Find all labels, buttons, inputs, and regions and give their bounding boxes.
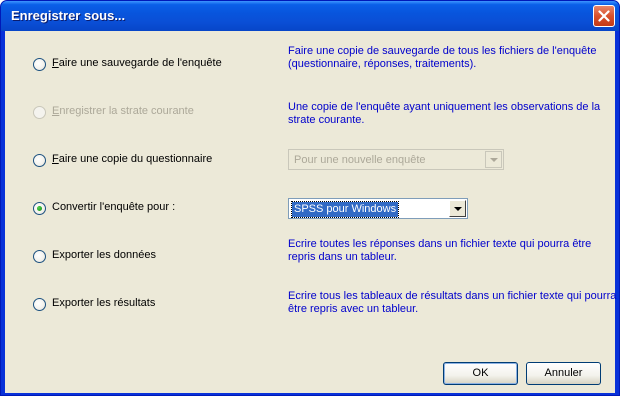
label-text: Exporter les données xyxy=(52,249,156,261)
chevron-down-icon xyxy=(490,158,498,162)
save-current-stratum-description: Une copie de l'enquête ayant uniquement … xyxy=(288,101,601,126)
radio-copy-questionnaire[interactable] xyxy=(33,154,46,167)
dialog-body: Faire une sauvegarde de l'enquête Faire … xyxy=(5,31,617,393)
radio-save-current-stratum-label[interactable]: Enregistrer la strate courante xyxy=(52,105,194,117)
label-text: Convertir l'enquête pour : xyxy=(52,201,176,213)
ok-button[interactable]: OK xyxy=(443,362,518,385)
combo-value: Pour une nouvelle enquête xyxy=(294,154,426,166)
radio-convert-survey-label[interactable]: Convertir l'enquête pour : xyxy=(52,201,175,213)
radio-export-results[interactable] xyxy=(33,298,46,311)
label-text: aire une copie du questionnaire xyxy=(58,153,213,165)
export-data-description: Ecrire toutes les réponses dans un fichi… xyxy=(288,238,592,263)
label-text: Exporter les résultats xyxy=(52,297,156,309)
combo-value: SPSS pour Windows xyxy=(290,201,400,218)
dialog-title: Enregistrer sous... xyxy=(11,8,126,23)
title-bar[interactable]: Enregistrer sous... xyxy=(1,1,619,31)
mnemonic: F xyxy=(52,153,59,165)
close-icon xyxy=(598,10,610,22)
backup-survey-description: Faire une copie de sauvegarde de tous le… xyxy=(288,45,597,70)
convert-format-combo[interactable]: SPSS pour Windows xyxy=(288,198,468,219)
mnemonic: F xyxy=(52,57,59,69)
label-text: aire une sauvegarde de l'enquête xyxy=(58,57,222,69)
cancel-button[interactable]: Annuler xyxy=(526,362,601,385)
radio-selected-dot xyxy=(37,206,42,211)
radio-backup-survey[interactable] xyxy=(33,58,46,71)
export-results-description: Ecrire tous les tableaux de résultats da… xyxy=(288,290,617,315)
radio-export-data[interactable] xyxy=(33,250,46,263)
radio-backup-survey-label[interactable]: Faire une sauvegarde de l'enquête xyxy=(52,57,222,69)
radio-convert-survey[interactable] xyxy=(33,202,46,215)
radio-copy-questionnaire-label[interactable]: Faire une copie du questionnaire xyxy=(52,153,212,165)
chevron-down-icon xyxy=(454,207,462,211)
save-as-dialog: Enregistrer sous... Faire une sauvegarde… xyxy=(0,0,620,396)
radio-export-results-label[interactable]: Exporter les résultats xyxy=(52,297,155,309)
questionnaire-copy-combo[interactable]: Pour une nouvelle enquête xyxy=(288,149,504,170)
dropdown-button[interactable] xyxy=(449,200,466,217)
radio-export-data-label[interactable]: Exporter les données xyxy=(52,249,156,261)
radio-save-current-stratum[interactable] xyxy=(33,106,46,119)
close-button[interactable] xyxy=(593,5,615,27)
dropdown-button[interactable] xyxy=(485,151,502,168)
label-text: nregistrer la strate courante xyxy=(59,105,194,117)
